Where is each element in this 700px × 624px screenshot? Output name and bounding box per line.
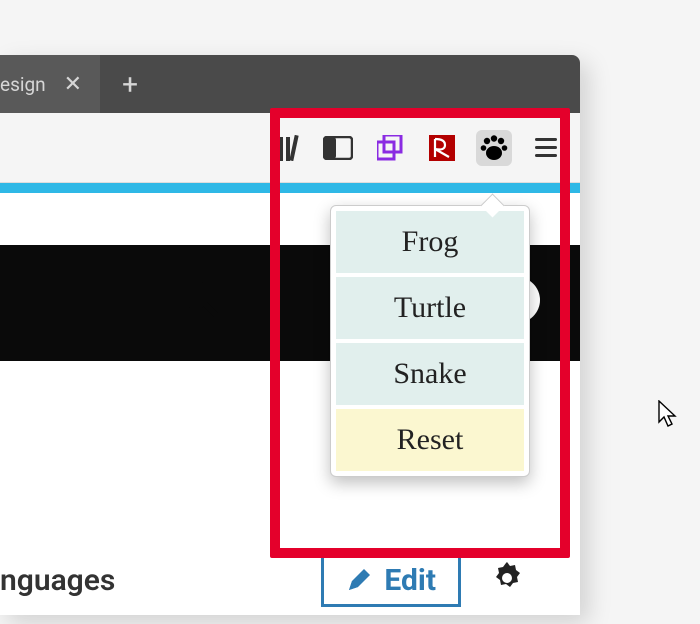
edit-button[interactable]: Edit [321,553,461,607]
hamburger-icon [535,138,557,157]
paw-extension-icon[interactable] [476,130,512,166]
extension-popup: Frog Turtle Snake Reset [330,205,530,477]
new-tab-button[interactable]: + [100,68,160,101]
search-icon[interactable] [180,279,220,323]
popup-item-turtle[interactable]: Turtle [336,277,524,339]
popup-item-reset[interactable]: Reset [336,409,524,471]
library-icon[interactable] [268,130,304,166]
menu-icon[interactable] [528,130,564,166]
settings-button[interactable] [489,560,525,600]
gear-icon [489,560,525,596]
mouse-cursor-icon [658,400,678,432]
pdf-icon[interactable] [424,130,460,166]
sidebar-toggle-icon[interactable] [320,130,356,166]
accent-bar [0,183,580,193]
browser-tab[interactable]: esign ✕ [0,55,100,113]
close-tab-icon[interactable]: ✕ [60,70,86,99]
page-action-row: nguages Edit [0,545,580,615]
pencil-icon [346,567,372,593]
tab-strip: esign ✕ + [0,55,580,113]
tab-label: esign [0,73,46,96]
copy-stack-icon[interactable] [372,130,408,166]
popup-item-frog[interactable]: Frog [336,211,524,273]
edit-label: Edit [384,563,436,598]
popup-item-snake[interactable]: Snake [336,343,524,405]
browser-toolbar [0,113,580,183]
languages-label: nguages [0,563,115,598]
